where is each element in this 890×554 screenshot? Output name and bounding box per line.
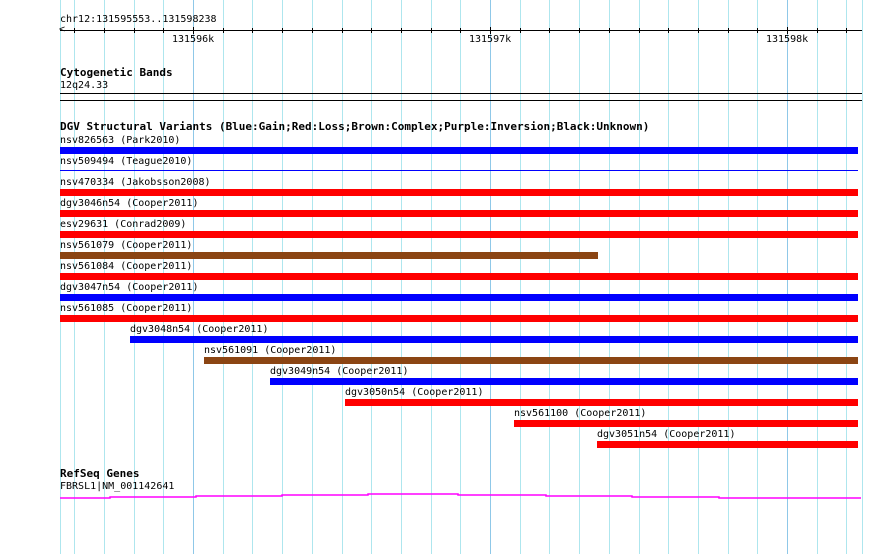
refseq-gene-line[interactable]	[0, 0, 890, 554]
genome-browser-panel: chr12:131595553..131598238 < 131596k 1315…	[0, 0, 890, 554]
